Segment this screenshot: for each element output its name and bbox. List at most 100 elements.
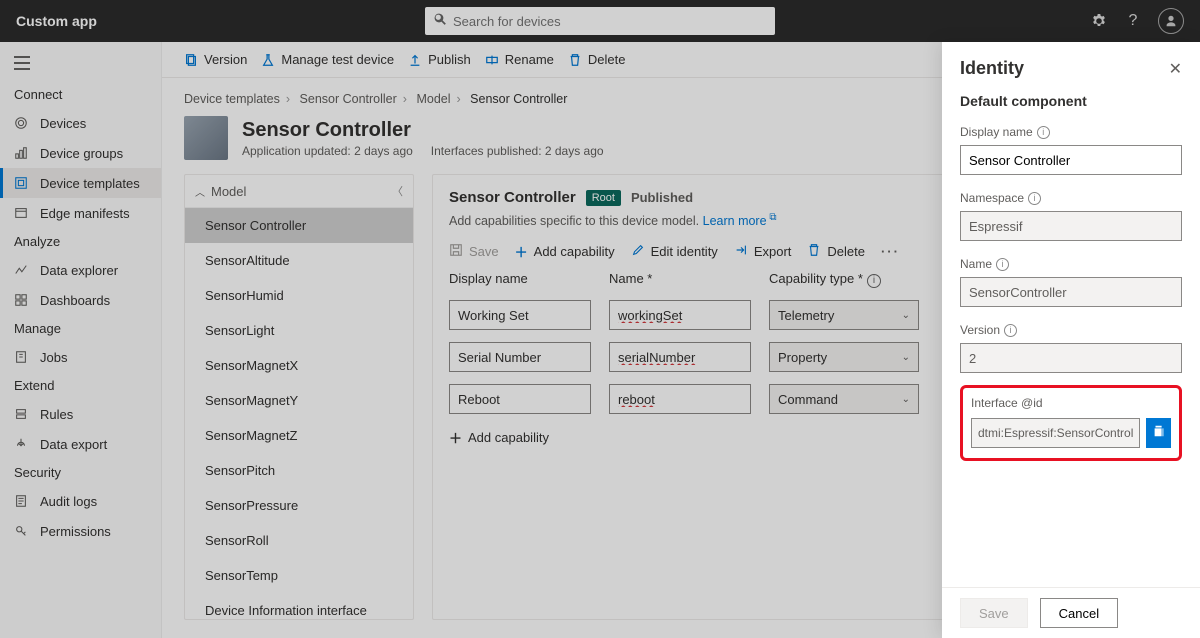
nav-section-connect: Connect xyxy=(0,81,161,108)
info-icon[interactable]: i xyxy=(1028,192,1041,205)
info-icon[interactable]: i xyxy=(1004,324,1017,337)
rules-icon xyxy=(14,406,30,422)
model-item[interactable]: Device Information interface xyxy=(185,593,413,628)
cmd-publish[interactable]: Publish xyxy=(408,52,471,67)
display-name-input[interactable] xyxy=(449,300,591,330)
name-input xyxy=(960,277,1182,307)
nav-item-audit-logs[interactable]: Audit logs xyxy=(0,486,161,516)
interface-id-label: Interface @id xyxy=(971,396,1043,410)
device-groups-icon xyxy=(14,145,30,161)
nav-item-permissions[interactable]: Permissions xyxy=(0,516,161,546)
model-item[interactable]: SensorPitch xyxy=(185,453,413,488)
nav-item-data-explorer[interactable]: Data explorer xyxy=(0,255,161,285)
export-button[interactable]: Export xyxy=(734,243,792,260)
root-badge: Root xyxy=(586,190,621,206)
save-button[interactable]: Save xyxy=(449,243,499,260)
cmd-rename[interactable]: Rename xyxy=(485,52,554,67)
panel-title: Identity xyxy=(960,58,1024,79)
template-thumbnail xyxy=(184,116,228,160)
trash-icon xyxy=(807,243,821,260)
name-input[interactable] xyxy=(609,384,751,414)
learn-more-link[interactable]: Learn more ⧉ xyxy=(703,214,777,228)
model-item[interactable]: SensorMagnetZ xyxy=(185,418,413,453)
left-nav: Connect Devices Device groups Device tem… xyxy=(0,42,162,638)
nav-item-dashboards[interactable]: Dashboards xyxy=(0,285,161,315)
nav-item-device-templates[interactable]: Device templates xyxy=(0,168,161,198)
model-item[interactable]: SensorPressure xyxy=(185,488,413,523)
name-input[interactable] xyxy=(609,300,751,330)
copy-button[interactable] xyxy=(1146,418,1171,448)
model-item[interactable]: SensorRoll xyxy=(185,523,413,558)
display-name-input[interactable] xyxy=(960,145,1182,175)
search-input[interactable] xyxy=(453,14,767,29)
cmd-manage-test-device[interactable]: Manage test device xyxy=(261,52,394,67)
plus-icon: ＋ xyxy=(449,428,462,447)
gear-icon[interactable] xyxy=(1090,12,1108,30)
name-input[interactable] xyxy=(609,342,751,372)
nav-item-jobs[interactable]: Jobs xyxy=(0,342,161,372)
info-icon[interactable]: i xyxy=(996,258,1009,271)
publish-icon xyxy=(408,53,422,67)
nav-item-device-groups[interactable]: Device groups xyxy=(0,138,161,168)
avatar[interactable] xyxy=(1158,8,1184,34)
nav-section-security: Security xyxy=(0,459,161,486)
delete-capability-button[interactable]: Delete xyxy=(807,243,865,260)
more-button[interactable]: ··· xyxy=(881,244,900,259)
search-icon xyxy=(433,12,447,31)
capability-type-select[interactable]: Property⌄ xyxy=(769,342,919,372)
global-search[interactable] xyxy=(425,7,775,35)
nav-item-edge-manifests[interactable]: Edge manifests xyxy=(0,198,161,228)
breadcrumb-current: Sensor Controller xyxy=(470,92,567,106)
info-icon[interactable]: i xyxy=(867,274,881,288)
edit-icon xyxy=(631,243,645,260)
col-capability-type: Capability type * xyxy=(769,271,863,286)
nav-item-data-export[interactable]: Data export xyxy=(0,429,161,459)
capability-type-select[interactable]: Telemetry⌄ xyxy=(769,300,919,330)
namespace-label: Namespacei xyxy=(960,191,1182,205)
cmd-version[interactable]: Version xyxy=(184,52,247,67)
interface-id-input xyxy=(971,418,1140,448)
save-button[interactable]: Save xyxy=(960,598,1028,628)
app-title: Custom app xyxy=(16,13,97,29)
capability-type-select[interactable]: Command⌄ xyxy=(769,384,919,414)
breadcrumb-item[interactable]: Sensor Controller xyxy=(300,92,397,106)
info-icon[interactable]: i xyxy=(1037,126,1050,139)
close-icon[interactable]: ✕ xyxy=(1169,59,1182,79)
meta-published: Interfaces published: 2 days ago xyxy=(431,144,604,158)
flask-icon xyxy=(261,53,275,67)
edit-identity-button[interactable]: Edit identity xyxy=(631,243,718,260)
model-panel-header[interactable]: ︿ Model 〈 xyxy=(185,175,413,208)
edge-manifests-icon xyxy=(14,205,30,221)
display-name-input[interactable] xyxy=(449,342,591,372)
version-label: Versioni xyxy=(960,323,1182,337)
cmd-delete[interactable]: Delete xyxy=(568,52,626,67)
page-title: Sensor Controller xyxy=(242,119,604,142)
model-item[interactable]: SensorTemp xyxy=(185,558,413,593)
display-name-label: Display namei xyxy=(960,125,1182,139)
add-capability-button[interactable]: ＋Add capability xyxy=(515,242,615,261)
hamburger-icon[interactable] xyxy=(0,48,161,81)
external-link-icon: ⧉ xyxy=(767,212,777,223)
version-icon xyxy=(184,53,198,67)
plus-icon: ＋ xyxy=(515,242,528,261)
rename-icon xyxy=(485,53,499,67)
delete-icon xyxy=(568,53,582,67)
col-name: Name * xyxy=(609,271,769,288)
nav-item-devices[interactable]: Devices xyxy=(0,108,161,138)
identity-panel: Identity ✕ Default component Display nam… xyxy=(942,42,1200,638)
model-item[interactable]: SensorLight xyxy=(185,313,413,348)
device-templates-icon xyxy=(14,175,30,191)
model-item[interactable]: SensorMagnetX xyxy=(185,348,413,383)
chevron-left-icon[interactable]: 〈 xyxy=(392,183,403,199)
model-item[interactable]: Sensor Controller xyxy=(185,208,413,243)
model-item[interactable]: SensorAltitude xyxy=(185,243,413,278)
model-item[interactable]: SensorMagnetY xyxy=(185,383,413,418)
breadcrumb-item[interactable]: Device templates xyxy=(184,92,280,106)
display-name-input[interactable] xyxy=(449,384,591,414)
help-icon[interactable]: ? xyxy=(1124,12,1142,30)
nav-item-rules[interactable]: Rules xyxy=(0,399,161,429)
breadcrumb-item[interactable]: Model xyxy=(416,92,450,106)
model-item[interactable]: SensorHumid xyxy=(185,278,413,313)
cancel-button[interactable]: Cancel xyxy=(1040,598,1118,628)
chevron-up-icon: ︿ xyxy=(195,184,205,199)
